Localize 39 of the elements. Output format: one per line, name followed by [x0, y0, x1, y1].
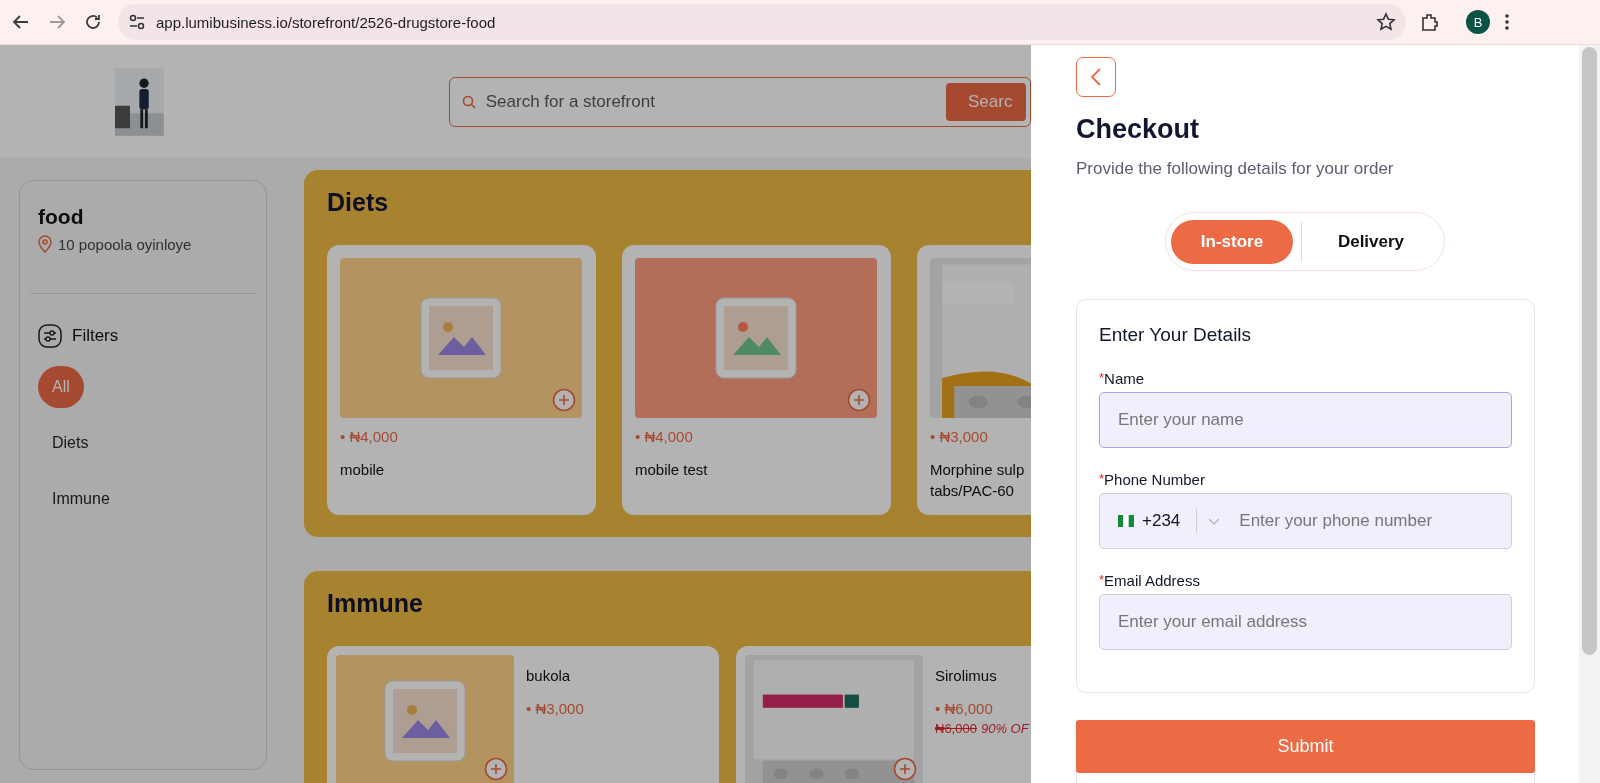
product-price: • ₦3,000: [526, 700, 584, 717]
filters-heading: Filters: [72, 326, 119, 346]
product-price: • ₦6,000: [935, 700, 994, 717]
country-code: +234: [1142, 511, 1181, 531]
product-card[interactable]: • ₦3,000 Morphine sulp tabs/PAC-60: [917, 245, 1031, 515]
field-label: Email Address: [1104, 572, 1200, 589]
details-title: Enter Your Details: [1099, 324, 1253, 346]
store-name: food: [37, 205, 85, 229]
product-price: • ₦4,000: [340, 428, 399, 445]
required-mark: *: [1099, 370, 1105, 387]
product-card[interactable]: • ₦4,000 mobile: [327, 245, 596, 515]
old-price: ₦6,000: [935, 721, 977, 736]
input-field[interactable]: Enter your email address: [1099, 594, 1512, 650]
field-label: Phone Number: [1104, 471, 1205, 488]
required-mark: *: [1099, 572, 1105, 589]
product-name: mobile: [340, 460, 386, 480]
input-field[interactable]: Enter your name: [1099, 392, 1512, 448]
store-address: 10 popoola oyinloye: [58, 235, 192, 253]
product-name: Morphine sulp tabs/PAC-60: [930, 460, 1026, 501]
filter-chip[interactable]: Diets: [38, 422, 103, 464]
product-name: bukola: [526, 666, 572, 686]
mode-tab[interactable]: Delivery: [1310, 219, 1432, 264]
product-price: • ₦3,000: [930, 428, 989, 445]
profile-avatar[interactable]: B: [1466, 10, 1490, 34]
category-title: Diets: [327, 188, 390, 217]
field-label: Name: [1104, 370, 1145, 387]
product-price: • ₦4,000: [635, 428, 694, 445]
product-card[interactable]: Sirolimus • ₦6,000 ₦6,000 90% OF: [736, 646, 1031, 783]
product-name: mobile test: [635, 460, 709, 480]
product-card[interactable]: bukola • ₦3,000: [327, 646, 719, 783]
checkout-title: Checkout: [1076, 114, 1201, 145]
category-title: Immune: [327, 589, 424, 618]
filter-chip[interactable]: Immune: [38, 478, 124, 520]
checkout-subtitle: Provide the following details for your order: [1076, 159, 1395, 179]
product-name: Sirolimus: [935, 666, 998, 686]
discount-label: 90% OF: [980, 721, 1029, 736]
required-mark: *: [1099, 471, 1105, 488]
phone-input[interactable]: Enter your phone number: [1237, 510, 1493, 532]
product-card[interactable]: • ₦4,000 mobile test: [622, 245, 891, 515]
